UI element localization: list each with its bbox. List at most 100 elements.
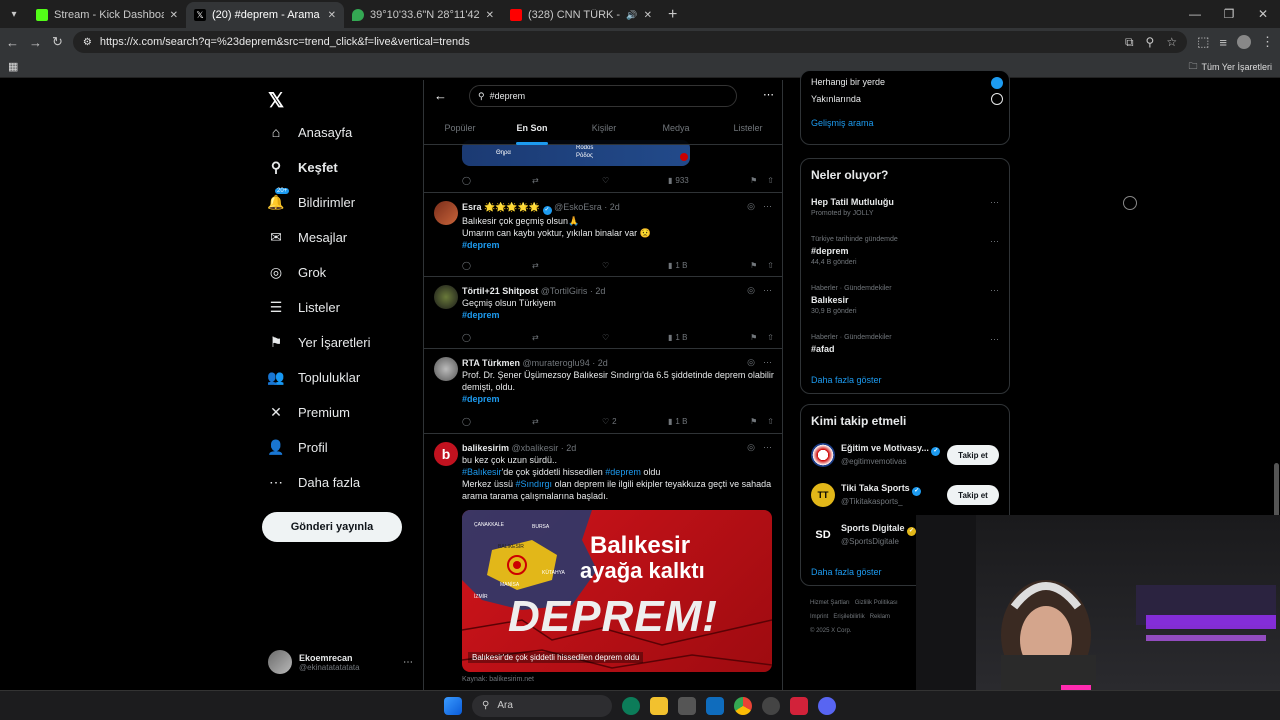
tweet[interactable]: Törtil+21 Shitpost @TortilGiris · 2d Geç… <box>424 277 782 349</box>
retweet-icon[interactable]: ⇄ <box>532 176 602 185</box>
minimize-icon[interactable]: — <box>1178 0 1212 28</box>
more-icon[interactable]: ⋯ <box>763 357 772 368</box>
trend-item[interactable]: Hep Tatil Mutluluğu Promoted by JOLLY <box>811 197 999 217</box>
like-icon[interactable]: ♡ 2 <box>602 417 668 426</box>
close-window-icon[interactable]: ✕ <box>1246 0 1280 28</box>
grok-icon[interactable]: ◎ <box>747 442 755 453</box>
close-icon[interactable]: ✕ <box>328 10 336 21</box>
views-count[interactable]: ▮ 1 B <box>668 333 744 342</box>
share-icon[interactable]: ⇧ <box>767 417 774 426</box>
more-icon[interactable]: ⋯ <box>990 197 999 208</box>
nav-item-profil[interactable]: 👤 Profil <box>267 439 327 455</box>
more-icon[interactable]: ⋯ <box>990 334 999 345</box>
recorder-icon[interactable] <box>790 696 808 715</box>
views-count[interactable]: ▮ 1 B <box>668 417 744 426</box>
extensions-icon[interactable]: ⬚ <box>1197 34 1209 50</box>
avatar[interactable]: b <box>434 442 458 466</box>
like-icon[interactable]: ♡ <box>602 333 668 342</box>
speaker-icon[interactable]: 🔊 <box>626 10 637 21</box>
trend-item[interactable]: Haberler · Gündemdekiler Balıkesir 30,9 … <box>811 285 999 315</box>
retweet-icon[interactable]: ⇄ <box>532 417 602 426</box>
advanced-search-link[interactable]: Gelişmiş arama <box>811 118 999 128</box>
back-arrow-icon[interactable]: ← <box>434 88 447 103</box>
maximize-icon[interactable]: ❐ <box>1212 0 1246 28</box>
tab-maps[interactable]: 39°10'33.6"N 28°11'42.7"E - Go✕ <box>344 2 502 28</box>
share-icon[interactable]: ⇧ <box>767 333 774 342</box>
avatar[interactable] <box>811 443 835 467</box>
tab-latest[interactable]: En Son <box>496 118 568 145</box>
grok-icon[interactable]: ◎ <box>747 285 755 296</box>
tweet[interactable]: Esra 🌟🌟🌟🌟🌟 ✓ @EskoEsra · 2d Balıkesir ço… <box>424 193 782 277</box>
nav-item-yer-i-şaretleri[interactable]: ⚑ Yer İşaretleri <box>268 334 371 350</box>
menu-icon[interactable]: ⋮ <box>1261 34 1274 50</box>
radio-nearby[interactable] <box>991 93 1003 105</box>
new-tab-button[interactable]: + <box>668 6 677 24</box>
post-button[interactable]: Gönderi yayınla <box>262 512 402 542</box>
follow-name[interactable]: Sports Digitale ✓ <box>841 523 917 536</box>
follow-name[interactable]: Eğitim ve Motivasy... ✓ <box>841 443 941 456</box>
back-icon[interactable]: ← <box>6 35 19 50</box>
link-source[interactable]: Kaynak: balikesirim.net <box>462 676 534 683</box>
more-icon[interactable]: ⋯ <box>990 285 999 296</box>
avatar[interactable] <box>434 285 458 309</box>
reply-icon[interactable]: ◯ <box>462 417 532 426</box>
store-icon[interactable] <box>678 696 696 715</box>
avatar[interactable] <box>434 357 458 381</box>
nav-item-premium[interactable]: ✕ Premium <box>268 404 350 420</box>
tab-cnn[interactable]: (328) CNN TÜRK - ● Canlı🔊✕ <box>502 2 660 28</box>
reply-icon[interactable]: ◯ <box>462 333 532 342</box>
more-icon[interactable]: ⋯ <box>403 657 413 668</box>
x-logo-icon[interactable]: 𝕏 <box>268 88 284 113</box>
grok-icon[interactable]: ◎ <box>747 357 755 368</box>
grok-icon[interactable]: ◎ <box>747 201 755 212</box>
bookmark-icon[interactable]: ⚑ <box>750 417 757 426</box>
install-icon[interactable]: ⧉ <box>1125 35 1134 50</box>
apps-icon[interactable]: ▦ <box>8 60 18 73</box>
trend-item[interactable]: Haberler · Gündemdekiler #afad <box>811 334 999 354</box>
tab-search-icon[interactable]: ▾ <box>4 4 24 24</box>
avatar[interactable]: TT <box>811 483 835 507</box>
nav-item-anasayfa[interactable]: ⌂ Anasayfa <box>268 124 352 140</box>
views-count[interactable]: ▮ 1 B <box>668 261 744 270</box>
search-input[interactable]: ⚲ #deprem <box>469 85 737 107</box>
nav-item-keşfet[interactable]: ⚲ Keşfet <box>268 159 338 175</box>
tab-kick[interactable]: Stream - Kick Dashboard✕ <box>28 2 186 28</box>
bookmark-icon[interactable]: ⚑ <box>750 333 757 342</box>
nav-item-bildirimler[interactable]: 🔔 20+ Bildirimler <box>267 187 355 210</box>
star-icon[interactable]: ☆ <box>1166 35 1177 50</box>
trend-item[interactable]: Türkiye tarihinde gündemde #deprem 44,4 … <box>811 236 999 266</box>
retweet-icon[interactable]: ⇄ <box>532 333 602 342</box>
nav-item-listeler[interactable]: ☰ Listeler <box>268 299 340 315</box>
avatar[interactable]: SD <box>811 523 835 547</box>
share-icon[interactable]: ⇧ <box>767 176 774 185</box>
tweet-partial[interactable]: Θηρα Rodos Ρόδος ◯ ⇄ ♡ ▮ 933 ⚑ ⇧ <box>424 140 782 193</box>
show-more-link[interactable]: Daha fazla göster <box>811 375 999 385</box>
reload-icon[interactable]: ↻ <box>52 34 63 50</box>
follow-button[interactable]: Takip et <box>947 485 999 505</box>
more-icon[interactable]: ⋯ <box>763 201 772 212</box>
follow-name[interactable]: Tiki Taka Sports ✓ <box>841 483 922 496</box>
file-explorer-icon[interactable] <box>650 696 668 715</box>
app-icon[interactable] <box>762 696 780 715</box>
more-icon[interactable]: ⋯ <box>763 442 772 453</box>
tab-popular[interactable]: Popüler <box>424 118 496 145</box>
profile-avatar-icon[interactable] <box>1237 35 1251 49</box>
reply-icon[interactable]: ◯ <box>462 176 532 185</box>
views-count[interactable]: ▮ 933 <box>668 176 744 185</box>
news-image[interactable]: ÇANAKKALE BURSA BALIKESİR MANİSA KÜTAHYA… <box>462 510 772 672</box>
site-info-icon[interactable]: ⚙ <box>83 37 92 48</box>
discord-icon[interactable] <box>818 696 836 715</box>
nav-item-grok[interactable]: ◎ Grok <box>268 264 326 280</box>
media-icon[interactable]: ≡ <box>1219 35 1227 50</box>
tab-media[interactable]: Medya <box>640 118 712 145</box>
hashtag-link[interactable]: #deprem <box>462 393 774 405</box>
share-icon[interactable]: ⇧ <box>767 261 774 270</box>
like-icon[interactable]: ♡ <box>602 261 668 270</box>
more-icon[interactable]: ⋯ <box>763 285 772 296</box>
account-switcher[interactable]: Ekoemrecan @ekinatatatatata ⋯ <box>268 646 413 678</box>
close-icon[interactable]: ✕ <box>486 10 494 21</box>
close-icon[interactable]: ✕ <box>170 10 178 21</box>
outlook-icon[interactable] <box>706 696 724 715</box>
bookmark-icon[interactable]: ⚑ <box>750 261 757 270</box>
zoom-icon[interactable]: ⚲ <box>1146 35 1155 50</box>
